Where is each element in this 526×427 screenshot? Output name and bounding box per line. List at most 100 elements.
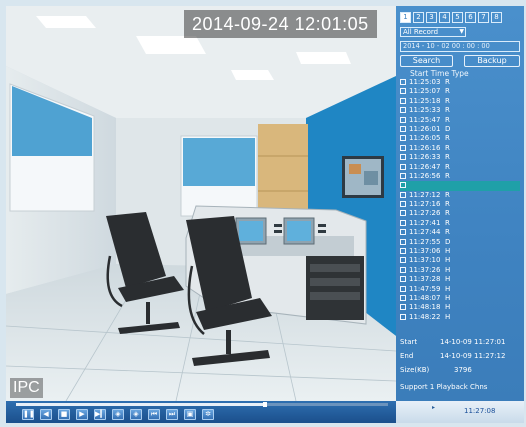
progress-slider[interactable] [16, 402, 388, 407]
record-row[interactable] [400, 181, 520, 191]
record-type: H [445, 303, 451, 312]
record-row[interactable]: 11:26:16 R [400, 144, 520, 153]
record-checkbox[interactable] [400, 182, 406, 189]
end-row: End 14-10-09 11:27:12 [400, 349, 522, 363]
fast-icon[interactable]: ◈ [130, 409, 142, 420]
record-row[interactable]: 11:25:07 R [400, 87, 520, 96]
snapshot-icon[interactable]: ▣ [184, 409, 196, 420]
record-checkbox[interactable] [400, 238, 406, 245]
record-checkbox[interactable] [400, 135, 406, 142]
record-checkbox[interactable] [400, 79, 406, 85]
record-checkbox[interactable] [400, 294, 406, 301]
record-type: R [445, 228, 450, 237]
size-row: Size(KB) 3796 [400, 363, 522, 377]
channel-button[interactable]: 3 [426, 12, 437, 23]
record-row[interactable]: 11:37:06 H [400, 247, 520, 256]
record-type: H [445, 275, 451, 284]
next-frame-icon[interactable]: ▶▎ [94, 409, 106, 420]
record-checkbox[interactable] [400, 144, 406, 151]
record-checkbox[interactable] [400, 210, 406, 217]
record-checkbox[interactable] [400, 313, 406, 320]
record-checkbox[interactable] [400, 285, 406, 292]
record-row[interactable]: 11:26:33 R [400, 153, 520, 162]
slow-icon[interactable]: ◈ [112, 409, 124, 420]
channel-button[interactable]: 2 [413, 12, 424, 23]
record-row[interactable]: 11:27:55 D [400, 238, 520, 247]
record-checkbox[interactable] [400, 276, 406, 283]
record-row[interactable]: 11:26:56 R [400, 172, 520, 181]
record-time: 11:26:56 [409, 171, 441, 180]
channel-button[interactable]: 4 [439, 12, 450, 23]
rewind-icon[interactable]: ◀ [40, 409, 52, 420]
record-checkbox[interactable] [400, 172, 406, 179]
record-checkbox[interactable] [400, 248, 406, 255]
backup-button[interactable]: Backup [464, 55, 520, 67]
record-row[interactable]: 11:37:26 H [400, 266, 520, 275]
record-checkbox[interactable] [400, 229, 406, 236]
record-row[interactable]: 11:37:28 H [400, 275, 520, 284]
record-checkbox[interactable] [400, 154, 406, 161]
record-type-select[interactable]: All Record ▼ [400, 27, 466, 37]
pause-icon[interactable]: ❚❚ [22, 409, 35, 420]
record-row[interactable]: 11:26:47 R [400, 163, 520, 172]
record-list[interactable]: 11:25:03 R 11:25:07 R 11:25:18 R 11:25:33 R 11:2… [400, 78, 520, 334]
datetime-input[interactable]: 2014 - 10 - 02 00 : 00 : 00 [400, 41, 520, 52]
record-row[interactable]: 11:27:12 R [400, 191, 520, 200]
record-time: 11:26:47 [409, 162, 441, 171]
record-list-header: Start Time Type [410, 69, 469, 78]
record-checkbox[interactable] [400, 201, 406, 208]
record-row[interactable]: 11:27:41 R [400, 219, 520, 228]
record-row[interactable]: 11:25:47 R [400, 116, 520, 125]
record-row[interactable]: 11:25:18 R [400, 97, 520, 106]
record-checkbox[interactable] [400, 257, 406, 264]
record-checkbox[interactable] [400, 88, 406, 95]
record-time: 11:27:12 [409, 190, 441, 199]
progress-handle[interactable] [263, 402, 268, 407]
record-checkbox[interactable] [400, 266, 406, 273]
record-row[interactable]: 11:25:03 R [400, 78, 520, 87]
record-row[interactable]: 11:37:10 H [400, 256, 520, 265]
channel-button[interactable]: 8 [491, 12, 502, 23]
record-row[interactable]: 11:27:16 R [400, 200, 520, 209]
record-row[interactable]: 11:26:05 R [400, 134, 520, 143]
channel-button[interactable]: 7 [478, 12, 489, 23]
channel-button[interactable]: 1 [400, 12, 411, 23]
record-time: 11:26:16 [409, 143, 441, 152]
channel-button[interactable]: 5 [452, 12, 463, 23]
control-buttons: ❚❚ ◀ ■ ▶ ▶▎ ◈ ◈ ⏮ ⏭ ▣ ✲ [22, 409, 214, 420]
record-row[interactable]: 11:27:26 R [400, 209, 520, 218]
record-row[interactable]: 11:25:33 R [400, 106, 520, 115]
record-row[interactable]: 11:48:18 H [400, 303, 520, 312]
video-frame[interactable]: 2014-09-24 12:01:05 IPC [6, 6, 396, 401]
channel-selector: 1 2 3 4 5 6 7 8 [400, 12, 502, 23]
record-time: 11:25:07 [409, 87, 441, 96]
record-checkbox[interactable] [400, 163, 406, 170]
record-checkbox[interactable] [400, 97, 406, 104]
stop-icon[interactable]: ■ [58, 409, 70, 420]
record-checkbox[interactable] [400, 107, 406, 114]
next-file-icon[interactable]: ⏭ [166, 409, 178, 420]
record-type: R [445, 200, 450, 209]
record-row[interactable]: 11:48:07 H [400, 294, 520, 303]
play-icon[interactable]: ▶ [76, 409, 88, 420]
record-checkbox[interactable] [400, 304, 406, 311]
record-checkbox[interactable] [400, 125, 406, 132]
record-time: 11:47:59 [409, 284, 441, 293]
record-checkbox[interactable] [400, 219, 406, 226]
record-row[interactable]: 11:27:44 R [400, 228, 520, 237]
record-row[interactable]: 11:26:01 D [400, 125, 520, 134]
record-row[interactable]: 11:47:59 H [400, 285, 520, 294]
record-time: 11:26:33 [409, 153, 441, 162]
search-button[interactable]: Search [400, 55, 453, 67]
channel-button[interactable]: 6 [465, 12, 476, 23]
record-time: 11:25:03 [409, 78, 441, 86]
record-time: 11:27:44 [409, 228, 441, 237]
end-value: 14-10-09 11:27:12 [440, 352, 506, 360]
prev-file-icon[interactable]: ⏮ [148, 409, 160, 420]
record-type: R [445, 106, 450, 115]
record-row[interactable]: 11:48:22 H [400, 313, 520, 322]
record-checkbox[interactable] [400, 191, 406, 198]
record-type: D [445, 237, 451, 246]
record-checkbox[interactable] [400, 116, 406, 123]
settings-icon[interactable]: ✲ [202, 409, 214, 420]
